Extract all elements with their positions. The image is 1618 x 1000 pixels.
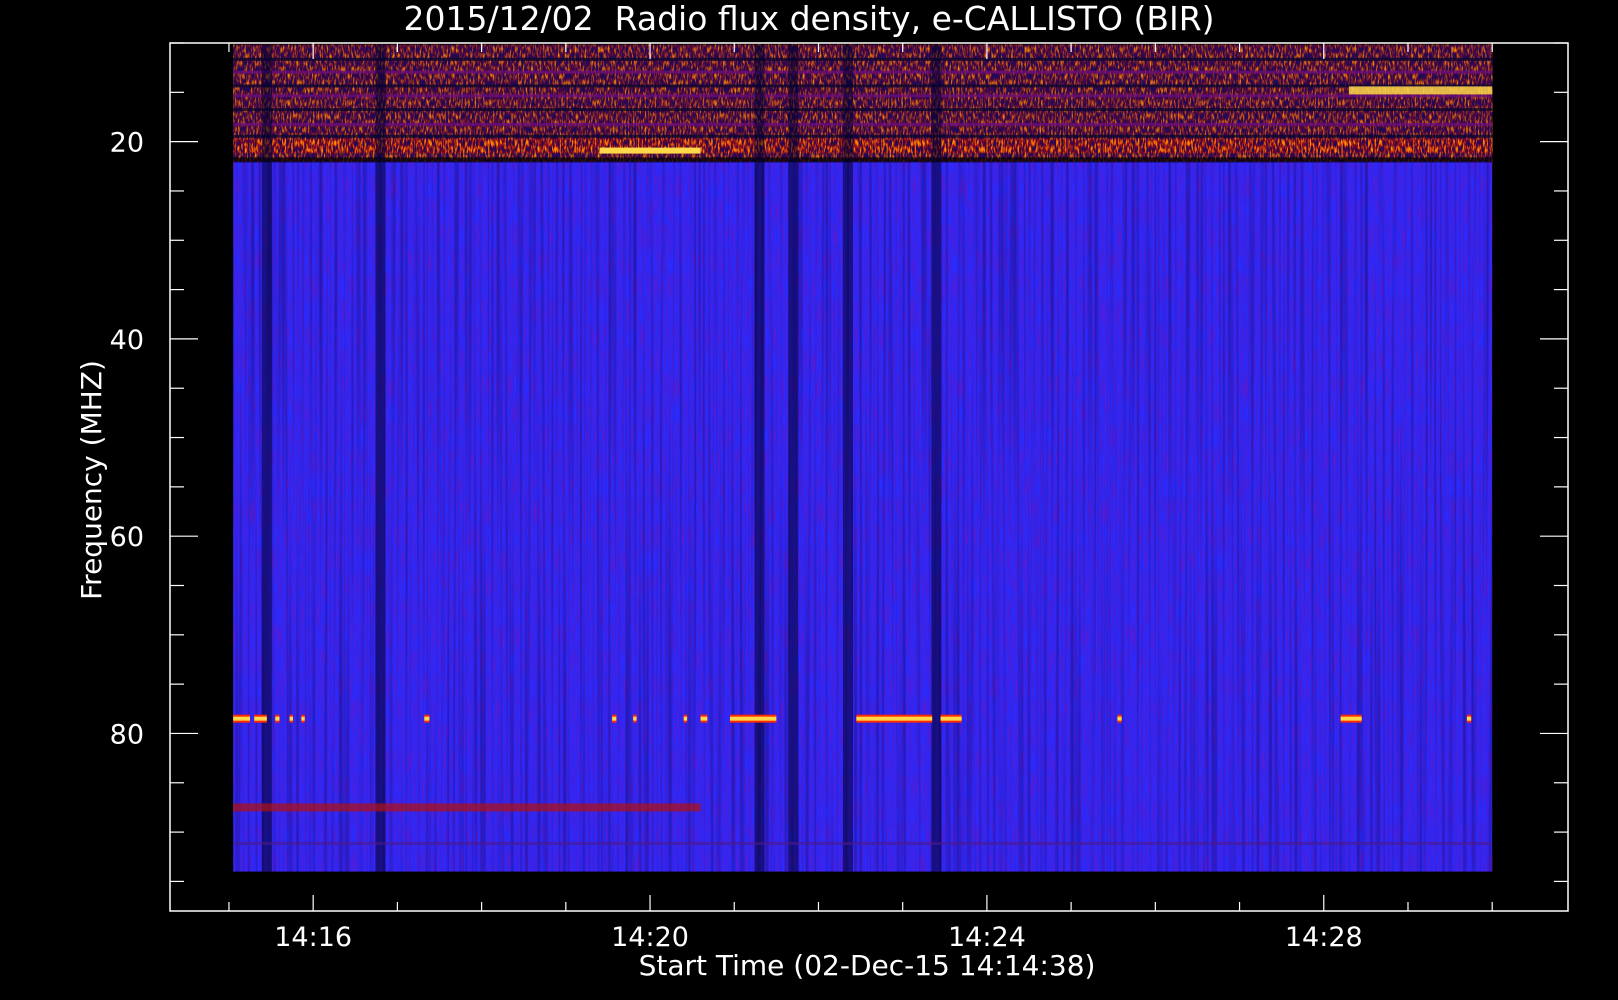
x-tick-label: 14:16 (274, 922, 352, 953)
spectrogram-chart: 2015/12/02 Radio flux density, e-CALLIST… (75, 0, 1569, 982)
y-tick-label: 60 (110, 522, 144, 553)
y-axis-title: Frequency (MHZ) (75, 360, 108, 600)
x-axis-title: Start Time (02-Dec-15 14:14:38) (639, 949, 1096, 982)
interference-segment-core (424, 716, 430, 721)
bright-patch (1349, 86, 1493, 95)
interference-segment-core (633, 716, 637, 721)
dark-column (931, 44, 942, 872)
interference-segment-core (612, 716, 617, 721)
interference-segment-core (856, 716, 933, 721)
interference-segment-core (683, 716, 688, 721)
interference-segment-core (940, 716, 962, 721)
interference-segment-core (1340, 716, 1362, 721)
interference-segment-core (233, 716, 251, 721)
weak-band (233, 803, 701, 812)
rfi-line (233, 122, 1493, 126)
rfi-line (233, 57, 1493, 61)
interference-segment-core (700, 716, 708, 721)
x-tick-label: 14:28 (1285, 922, 1363, 953)
heatmap (233, 44, 1493, 872)
rfi-line (233, 94, 1493, 98)
interference-segment-core (1466, 716, 1472, 721)
weak-line (233, 841, 1493, 845)
y-tick-label: 80 (110, 719, 144, 750)
y-tick-label: 20 (110, 128, 144, 159)
interference-segment-core (254, 716, 267, 721)
y-tick-labels: 20 40 60 80 (110, 128, 144, 751)
chart-title: 2015/12/02 Radio flux density, e-CALLIST… (403, 0, 1214, 38)
y-tick-label: 40 (110, 325, 144, 356)
dark-column (375, 44, 386, 872)
interference-segment-core (730, 716, 777, 721)
dark-line (233, 157, 1493, 163)
heatmap-streaks (233, 44, 1493, 872)
interference-segment-core (275, 716, 280, 721)
dark-column (261, 44, 272, 872)
bright-band-peak (599, 147, 701, 154)
rfi-line (233, 84, 1493, 88)
interference-segment-core (301, 716, 305, 721)
dark-column (842, 44, 853, 872)
rfi-line (233, 108, 1493, 112)
bright-band (233, 138, 1493, 153)
dark-column (788, 44, 799, 872)
rfi-line (233, 70, 1493, 74)
rfi-line (233, 134, 1493, 138)
dark-column (754, 44, 765, 872)
interference-segment-core (289, 716, 293, 721)
interference-segment-core (1117, 716, 1122, 721)
